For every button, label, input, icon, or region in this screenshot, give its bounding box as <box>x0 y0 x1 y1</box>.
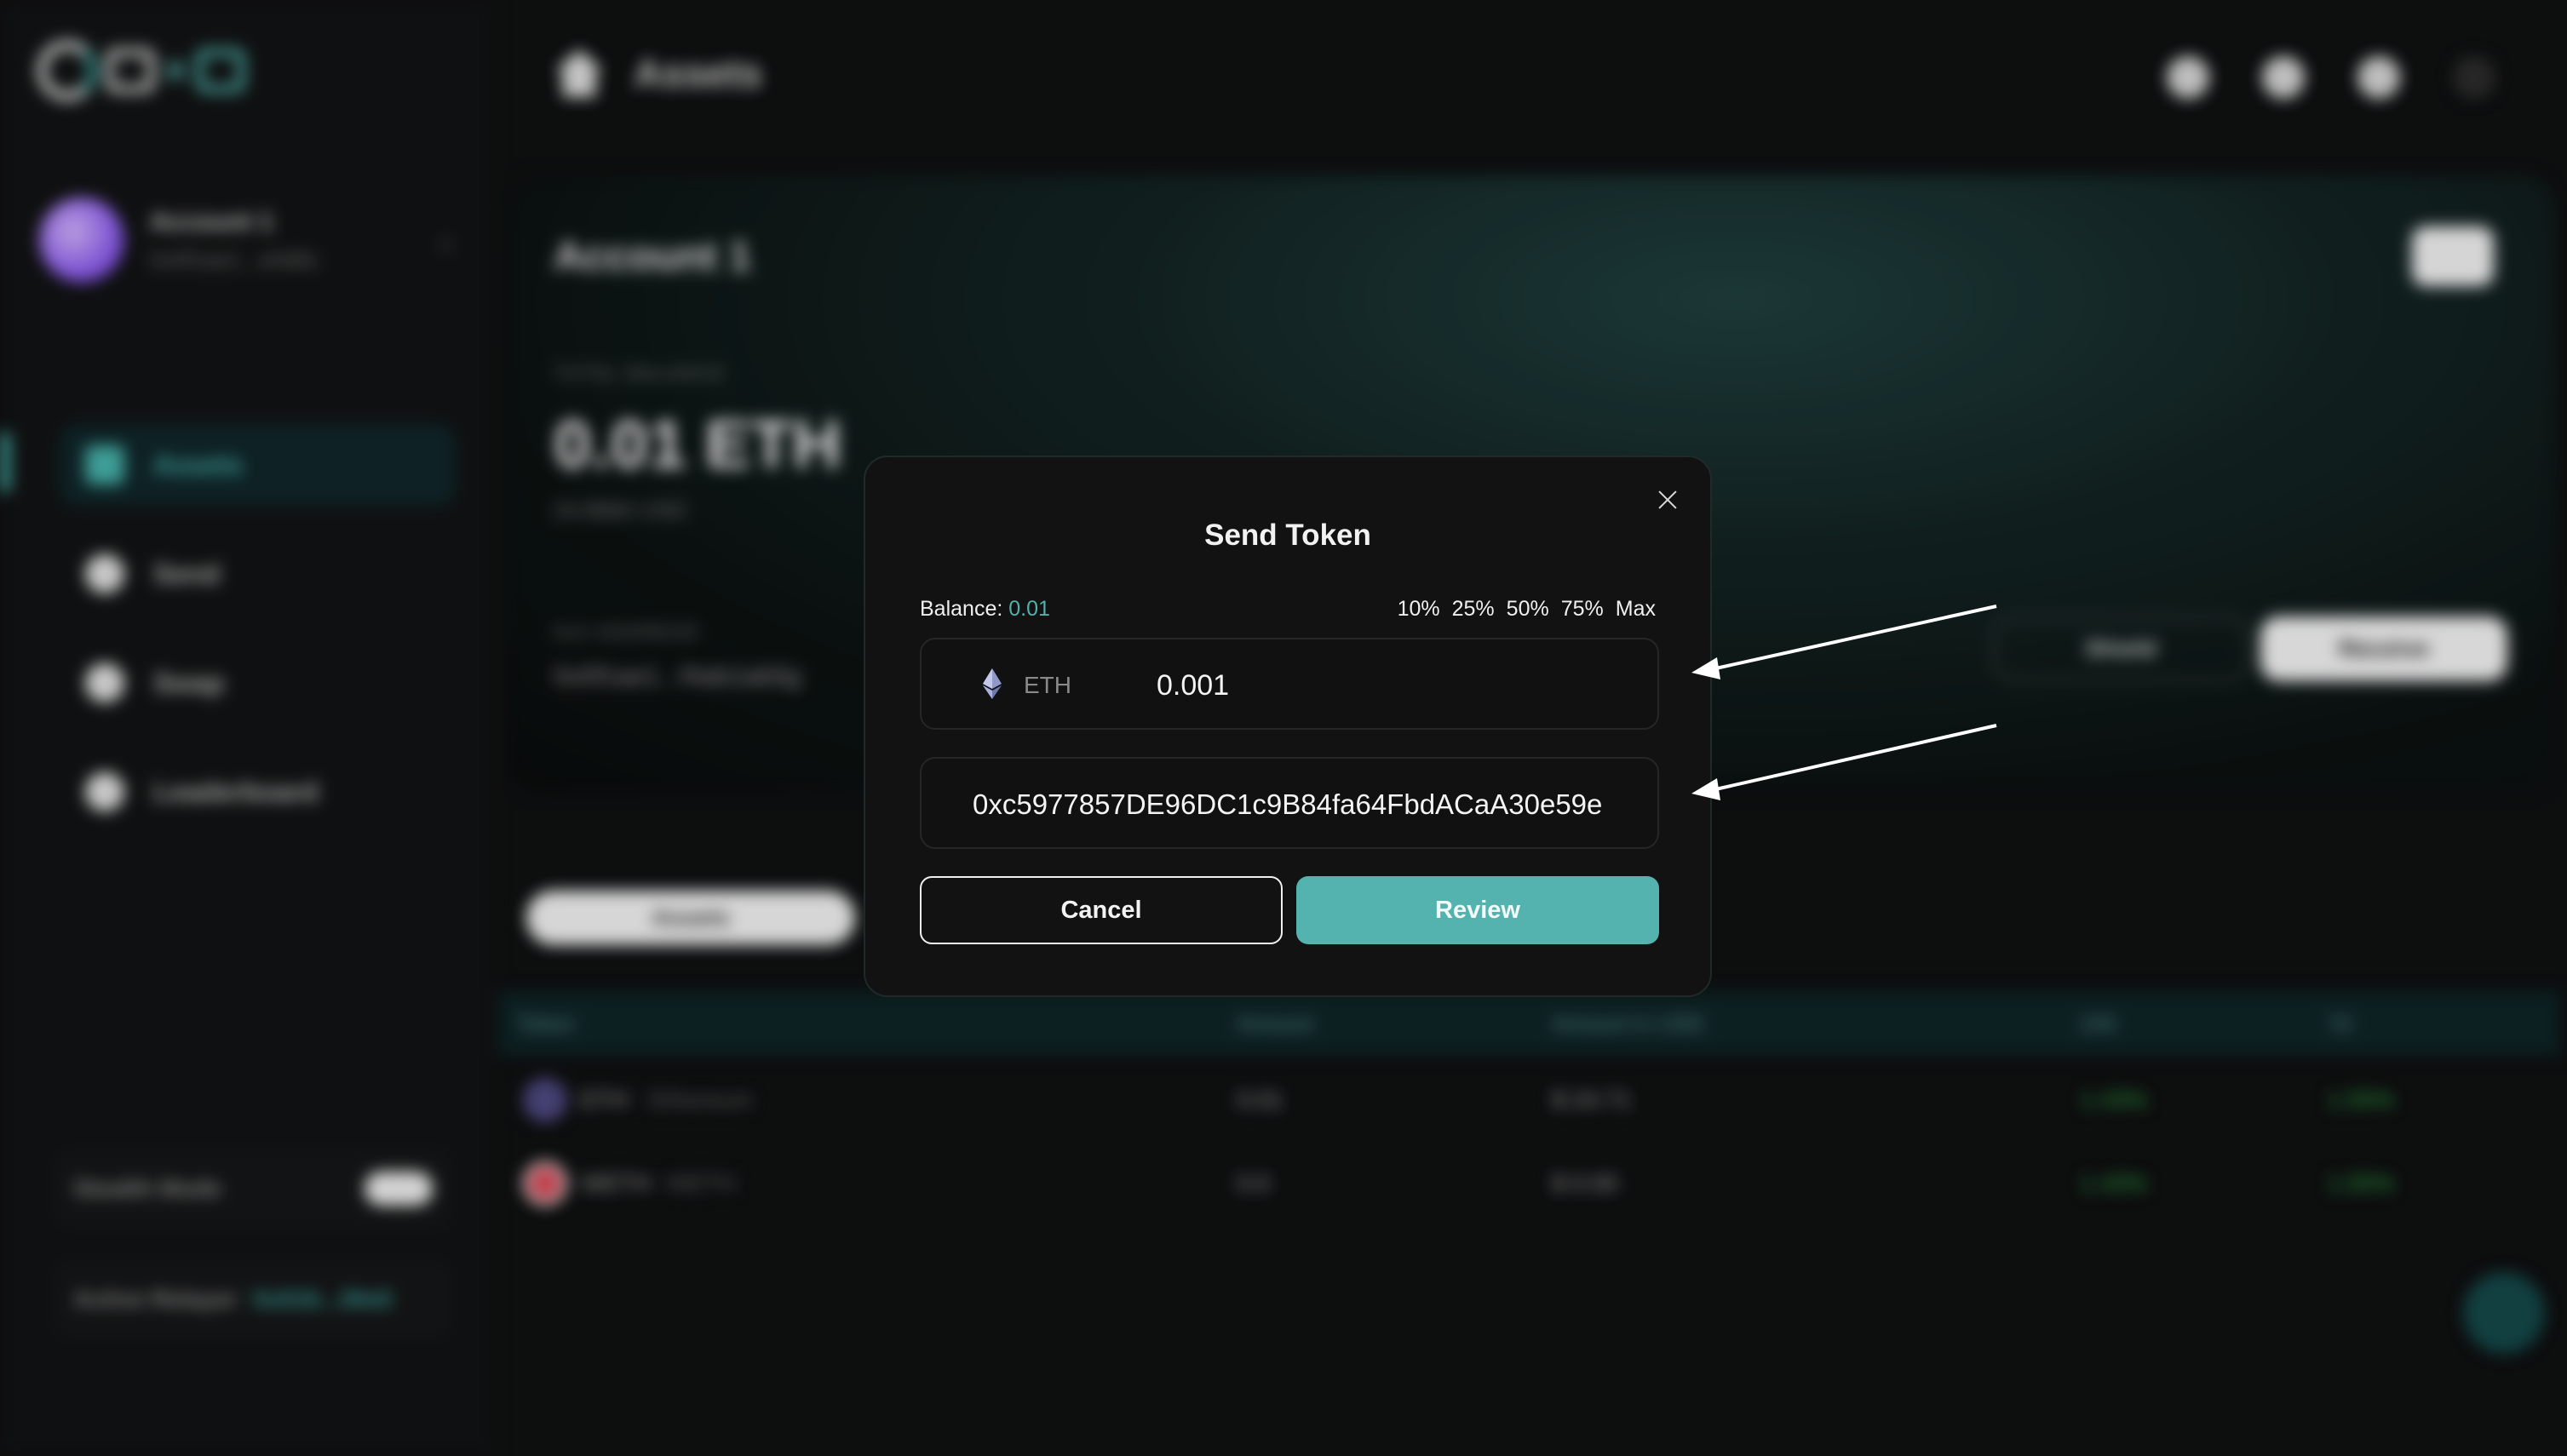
amount-field[interactable]: ETH <box>920 638 1659 730</box>
app-root: × Account 1 0x0f1ae1...e0d6c ⌄ Assets Se… <box>0 0 2567 1456</box>
balance-label: Balance: <box>920 597 1003 621</box>
percent-10-button[interactable]: 10% <box>1398 597 1440 622</box>
percent-75-button[interactable]: 75% <box>1561 597 1604 622</box>
percent-max-button[interactable]: Max <box>1616 597 1656 622</box>
percent-selector: 10% 25% 50% 75% Max <box>1398 597 1656 622</box>
dialog-title: Send Token <box>1204 519 1371 552</box>
recipient-field[interactable] <box>920 757 1659 849</box>
close-icon[interactable] <box>1651 483 1685 517</box>
recipient-address-input[interactable] <box>973 781 1603 828</box>
amount-input[interactable] <box>1157 662 1634 709</box>
percent-25-button[interactable]: 25% <box>1452 597 1495 622</box>
balance-value: 0.01 <box>1008 597 1050 621</box>
review-button[interactable]: Review <box>1296 876 1659 944</box>
balance-display: Balance: 0.01 <box>920 597 1050 622</box>
ethereum-icon <box>983 668 1002 699</box>
token-symbol: ETH <box>1024 672 1071 698</box>
send-token-dialog: Send Token Balance: 0.01 10% 25% 50% 75%… <box>864 456 1712 997</box>
cancel-button[interactable]: Cancel <box>920 876 1283 944</box>
percent-50-button[interactable]: 50% <box>1507 597 1549 622</box>
